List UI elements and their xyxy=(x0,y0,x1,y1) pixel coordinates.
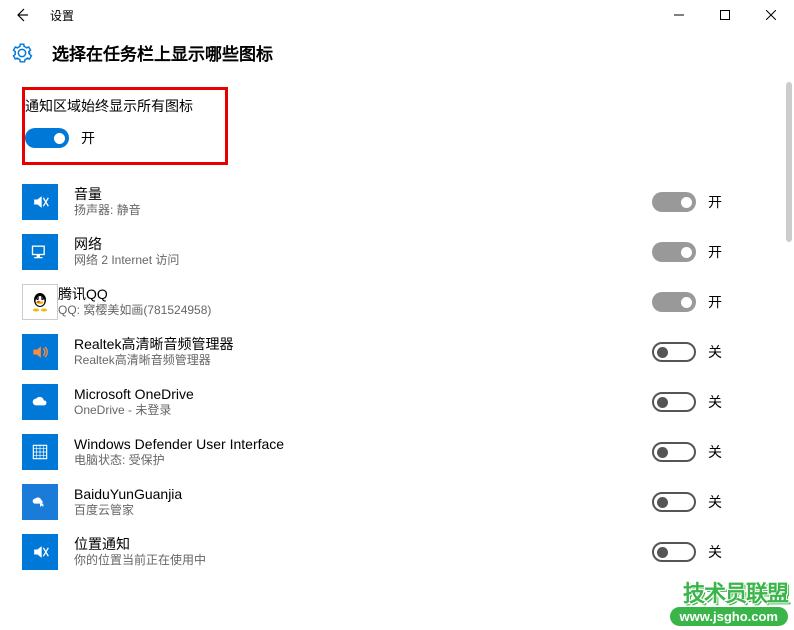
master-toggle-label: 通知区域始终显示所有图标 xyxy=(25,96,215,116)
item-text: Realtek高清晰音频管理器 Realtek高清晰音频管理器 xyxy=(74,335,652,369)
item-toggle-state: 开 xyxy=(708,292,732,312)
item-toggle-state: 开 xyxy=(708,242,732,262)
volume-icon xyxy=(22,184,58,220)
gear-icon xyxy=(10,41,34,65)
item-toggle-qq[interactable] xyxy=(652,292,696,312)
item-toggle-wrap: 关 xyxy=(652,392,772,412)
item-toggle-wrap: 关 xyxy=(652,542,772,562)
item-toggle-state: 开 xyxy=(708,192,732,212)
location-icon xyxy=(22,534,58,570)
item-toggle-wrap: 关 xyxy=(652,492,772,512)
network-icon xyxy=(22,234,58,270)
window-controls xyxy=(656,0,794,30)
realtek-icon xyxy=(22,334,58,370)
item-toggle-volume[interactable] xyxy=(652,192,696,212)
defender-icon xyxy=(22,434,58,470)
page-title: 选择在任务栏上显示哪些图标 xyxy=(52,40,273,65)
item-subtitle: 扬声器: 静音 xyxy=(74,203,652,219)
item-toggle-onedrive[interactable] xyxy=(652,392,696,412)
item-title: Realtek高清晰音频管理器 xyxy=(74,335,652,353)
list-item-onedrive: Microsoft OneDrive OneDrive - 未登录 关 xyxy=(22,377,772,427)
item-toggle-state: 关 xyxy=(708,392,732,412)
item-title: BaiduYunGuanjia xyxy=(74,485,652,503)
list-item-defender: Windows Defender User Interface 电脑状态: 受保… xyxy=(22,427,772,477)
item-text: Windows Defender User Interface 电脑状态: 受保… xyxy=(74,435,652,469)
arrow-left-icon xyxy=(14,7,30,23)
item-title: 腾讯QQ xyxy=(58,285,652,303)
list-item-location: 位置通知 你的位置当前正在使用中 关 xyxy=(22,527,772,577)
item-toggle-wrap: 开 xyxy=(652,292,772,312)
item-toggle-location[interactable] xyxy=(652,542,696,562)
watermark-url: www.jsgho.com xyxy=(670,607,788,626)
master-toggle-row: 开 xyxy=(25,128,215,148)
content-area: 通知区域始终显示所有图标 开 音量 扬声器: 静音 开 网络 xyxy=(0,83,794,577)
maximize-icon xyxy=(720,10,730,20)
item-toggle-wrap: 开 xyxy=(652,192,772,212)
item-text: BaiduYunGuanjia 百度云管家 xyxy=(74,485,652,519)
icon-list: 音量 扬声器: 静音 开 网络 网络 2 Internet 访问 开 xyxy=(22,177,772,577)
close-icon xyxy=(766,10,776,20)
list-item-baidu: BaiduYunGuanjia 百度云管家 关 xyxy=(22,477,772,527)
qq-icon xyxy=(22,284,58,320)
list-item-volume: 音量 扬声器: 静音 开 xyxy=(22,177,772,227)
close-button[interactable] xyxy=(748,0,794,30)
item-toggle-baidu[interactable] xyxy=(652,492,696,512)
item-text: 位置通知 你的位置当前正在使用中 xyxy=(74,535,652,569)
item-subtitle: Realtek高清晰音频管理器 xyxy=(74,353,652,369)
item-text: Microsoft OneDrive OneDrive - 未登录 xyxy=(74,385,652,419)
item-toggle-state: 关 xyxy=(708,542,732,562)
item-subtitle: 网络 2 Internet 访问 xyxy=(74,253,652,269)
item-toggle-defender[interactable] xyxy=(652,442,696,462)
item-text: 网络 网络 2 Internet 访问 xyxy=(74,235,652,269)
scrollbar-thumb[interactable] xyxy=(786,82,792,242)
item-subtitle: QQ: 窝樱美如画(781524958) xyxy=(58,303,652,319)
page-header: 选择在任务栏上显示哪些图标 xyxy=(0,30,794,83)
item-toggle-state: 关 xyxy=(708,442,732,462)
item-title: 位置通知 xyxy=(74,535,652,553)
item-toggle-state: 关 xyxy=(708,492,732,512)
window-title: 设置 xyxy=(50,7,74,24)
minimize-button[interactable] xyxy=(656,0,702,30)
item-subtitle: 百度云管家 xyxy=(74,503,652,519)
item-toggle-network[interactable] xyxy=(652,242,696,262)
minimize-icon xyxy=(674,10,684,20)
item-toggle-wrap: 关 xyxy=(652,342,772,362)
item-text: 腾讯QQ QQ: 窝樱美如画(781524958) xyxy=(58,285,652,319)
titlebar: 设置 xyxy=(0,0,794,30)
list-item-network: 网络 网络 2 Internet 访问 开 xyxy=(22,227,772,277)
item-text: 音量 扬声器: 静音 xyxy=(74,185,652,219)
item-subtitle: OneDrive - 未登录 xyxy=(74,403,652,419)
item-toggle-wrap: 关 xyxy=(652,442,772,462)
master-toggle-state: 开 xyxy=(81,128,95,148)
item-toggle-wrap: 开 xyxy=(652,242,772,262)
item-toggle-state: 关 xyxy=(708,342,732,362)
item-title: 网络 xyxy=(74,235,652,253)
baidu-icon xyxy=(22,484,58,520)
item-subtitle: 你的位置当前正在使用中 xyxy=(74,553,652,569)
master-toggle[interactable] xyxy=(25,128,69,148)
item-title: Microsoft OneDrive xyxy=(74,385,652,403)
watermark: 技术员联盟 www.jsgho.com xyxy=(670,576,788,626)
onedrive-icon xyxy=(22,384,58,420)
item-subtitle: 电脑状态: 受保护 xyxy=(74,453,652,469)
watermark-title: 技术员联盟 xyxy=(670,576,788,608)
item-title: Windows Defender User Interface xyxy=(74,435,652,453)
back-button[interactable] xyxy=(0,0,44,30)
item-title: 音量 xyxy=(74,185,652,203)
master-toggle-highlight: 通知区域始终显示所有图标 开 xyxy=(22,87,228,165)
list-item-qq: 腾讯QQ QQ: 窝樱美如画(781524958) 开 xyxy=(22,277,772,327)
item-toggle-realtek[interactable] xyxy=(652,342,696,362)
list-item-realtek: Realtek高清晰音频管理器 Realtek高清晰音频管理器 关 xyxy=(22,327,772,377)
maximize-button[interactable] xyxy=(702,0,748,30)
